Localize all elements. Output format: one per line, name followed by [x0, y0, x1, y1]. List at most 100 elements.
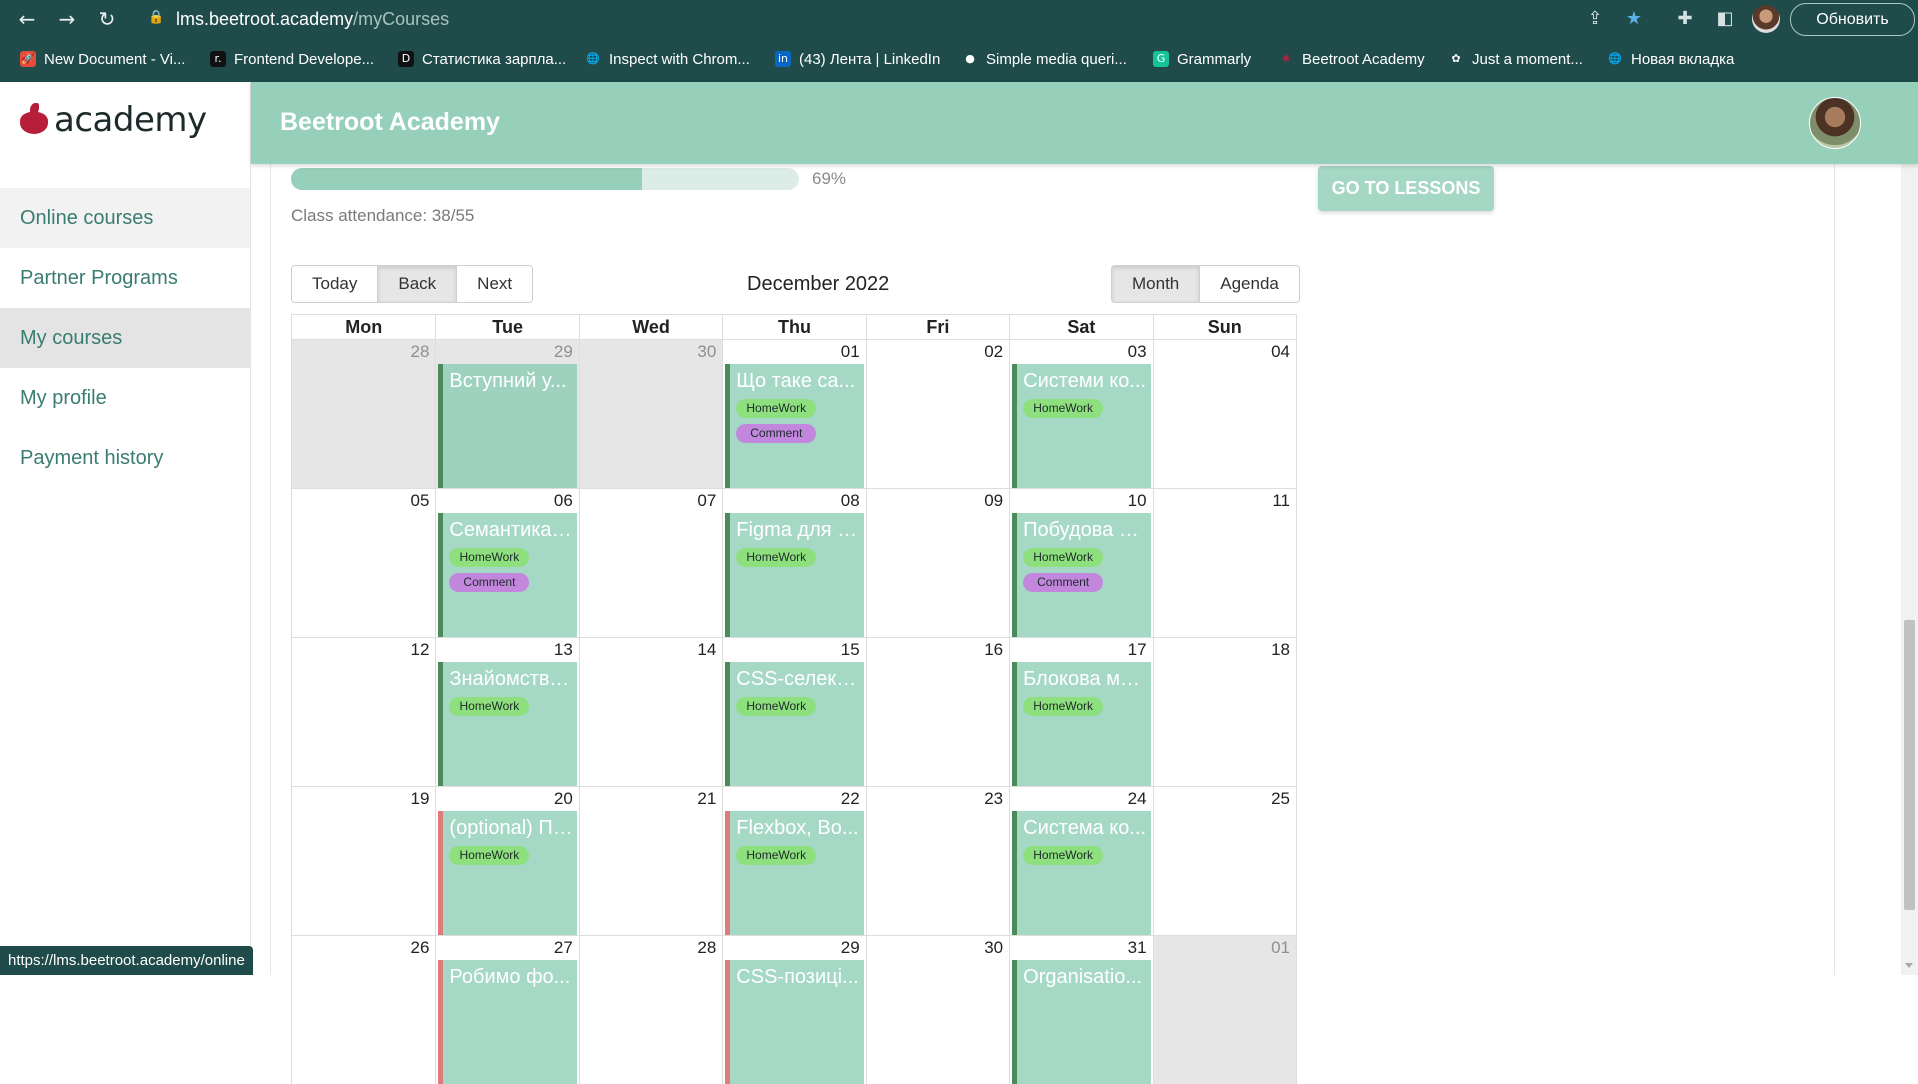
- day-number[interactable]: 30: [697, 342, 716, 362]
- calendar-day-cell[interactable]: 14: [578, 638, 722, 786]
- calendar-day-cell[interactable]: 21: [578, 787, 722, 935]
- comment-badge[interactable]: Comment: [449, 573, 530, 592]
- homework-badge[interactable]: HomeWork: [1023, 697, 1104, 716]
- lesson-event[interactable]: Organisatio...: [1012, 960, 1151, 1084]
- day-number[interactable]: 04: [1271, 342, 1290, 362]
- day-number[interactable]: 29: [554, 342, 573, 362]
- calendar-day-cell[interactable]: 28: [578, 936, 722, 1084]
- share-icon[interactable]: ⇪: [1583, 7, 1607, 31]
- sidebar-item-my-profile[interactable]: My profile: [0, 368, 250, 428]
- calendar-day-cell[interactable]: 22 Flexbox, Bo... HomeWork: [722, 787, 865, 935]
- homework-badge[interactable]: HomeWork: [449, 548, 530, 567]
- homework-badge[interactable]: HomeWork: [736, 697, 817, 716]
- sidebar-item-online-courses[interactable]: Online courses: [0, 188, 250, 248]
- day-number[interactable]: 15: [841, 640, 860, 660]
- day-number[interactable]: 17: [1128, 640, 1147, 660]
- comment-badge[interactable]: Comment: [1023, 573, 1104, 592]
- calendar-day-cell[interactable]: 15 CSS-селект... HomeWork: [722, 638, 865, 786]
- calendar-day-cell[interactable]: 30: [865, 936, 1009, 1084]
- lesson-event[interactable]: Система ко... HomeWork: [1012, 811, 1151, 935]
- lesson-event[interactable]: CSS-селект... HomeWork: [725, 662, 864, 786]
- calendar-day-cell[interactable]: 08 Figma для F... HomeWork: [722, 489, 865, 637]
- day-number[interactable]: 09: [984, 491, 1003, 511]
- sidebar-item-partner-programs[interactable]: Partner Programs: [0, 248, 250, 308]
- calendar-day-cell[interactable]: 09: [865, 489, 1009, 637]
- academy-logo[interactable]: academy: [20, 100, 207, 140]
- calendar-day-cell[interactable]: 12: [292, 638, 435, 786]
- day-number[interactable]: 28: [411, 342, 430, 362]
- day-number[interactable]: 16: [984, 640, 1003, 660]
- calendar-day-cell[interactable]: 02: [865, 340, 1009, 488]
- day-number[interactable]: 05: [411, 491, 430, 511]
- reload-icon[interactable]: ↻: [94, 6, 120, 32]
- comment-badge[interactable]: Comment: [736, 424, 817, 443]
- lesson-event[interactable]: Вступний у...: [438, 364, 577, 488]
- back-button[interactable]: Back: [377, 265, 458, 303]
- calendar-day-cell[interactable]: 16: [865, 638, 1009, 786]
- lesson-event[interactable]: Figma для F... HomeWork: [725, 513, 864, 637]
- day-number[interactable]: 08: [841, 491, 860, 511]
- extensions-icon[interactable]: ✚: [1673, 7, 1697, 31]
- lesson-event[interactable]: Блокова мо... HomeWork: [1012, 662, 1151, 786]
- lesson-event[interactable]: Робимо фо...: [438, 960, 577, 1084]
- calendar-day-cell[interactable]: 31 Organisatio...: [1009, 936, 1152, 1084]
- lesson-event[interactable]: Побудова ф... HomeWork Comment: [1012, 513, 1151, 637]
- calendar-day-cell[interactable]: 13 Знайомство... HomeWork: [435, 638, 578, 786]
- lesson-event[interactable]: Що таке са... HomeWork Comment: [725, 364, 864, 488]
- day-number[interactable]: 28: [697, 938, 716, 958]
- calendar-day-cell[interactable]: 01: [1152, 936, 1296, 1084]
- day-number[interactable]: 14: [697, 640, 716, 660]
- calendar-day-cell[interactable]: 04: [1152, 340, 1296, 488]
- day-number[interactable]: 26: [411, 938, 430, 958]
- user-avatar[interactable]: [1809, 97, 1861, 149]
- calendar-day-cell[interactable]: 18: [1152, 638, 1296, 786]
- calendar-day-cell[interactable]: 05: [292, 489, 435, 637]
- scroll-down-arrow-icon[interactable]: [1905, 963, 1913, 968]
- today-button[interactable]: Today: [291, 265, 379, 303]
- back-arrow-icon[interactable]: ←: [14, 6, 40, 32]
- day-number[interactable]: 31: [1128, 938, 1147, 958]
- day-number[interactable]: 23: [984, 789, 1003, 809]
- calendar-day-cell[interactable]: 26: [292, 936, 435, 1084]
- day-number[interactable]: 07: [697, 491, 716, 511]
- calendar-day-cell[interactable]: 23: [865, 787, 1009, 935]
- calendar-day-cell[interactable]: 11: [1152, 489, 1296, 637]
- lesson-event[interactable]: Системи ко... HomeWork: [1012, 364, 1151, 488]
- bookmark-item[interactable]: in (43) Лента | LinkedIn: [775, 48, 940, 70]
- calendar-day-cell[interactable]: 20 (optional) Пі... HomeWork: [435, 787, 578, 935]
- day-number[interactable]: 22: [841, 789, 860, 809]
- day-number[interactable]: 10: [1128, 491, 1147, 511]
- day-number[interactable]: 27: [554, 938, 573, 958]
- calendar-day-cell[interactable]: 29 CSS-позиці...: [722, 936, 865, 1084]
- address-bar[interactable]: lms.beetroot.academy/myCourses: [176, 8, 449, 30]
- bookmark-item[interactable]: ● Simple media queri...: [962, 48, 1127, 70]
- calendar-day-cell[interactable]: 17 Блокова мо... HomeWork: [1009, 638, 1152, 786]
- homework-badge[interactable]: HomeWork: [1023, 846, 1104, 865]
- bookmark-item[interactable]: ♠ Beetroot Academy: [1278, 48, 1425, 70]
- update-button[interactable]: Обновить: [1790, 3, 1915, 36]
- day-number[interactable]: 25: [1271, 789, 1290, 809]
- bookmark-item[interactable]: D Статистика зарпла...: [398, 48, 566, 70]
- bookmark-item[interactable]: r. Frontend Develope...: [210, 48, 374, 70]
- calendar-day-cell[interactable]: 03 Системи ко... HomeWork: [1009, 340, 1152, 488]
- homework-badge[interactable]: HomeWork: [736, 399, 817, 418]
- lesson-event[interactable]: Семантика, ... HomeWork Comment: [438, 513, 577, 637]
- day-number[interactable]: 01: [841, 342, 860, 362]
- sidebar-item-my-courses[interactable]: My courses: [0, 308, 250, 368]
- calendar-day-cell[interactable]: 30: [578, 340, 723, 488]
- page-scrollbar[interactable]: [1901, 82, 1918, 975]
- bookmark-star-icon[interactable]: ★: [1622, 7, 1646, 31]
- bookmark-item[interactable]: ✿ Just a moment...: [1448, 48, 1582, 70]
- month-view-button[interactable]: Month: [1111, 265, 1201, 303]
- bookmark-item[interactable]: 🌐 Новая вкладка: [1607, 48, 1734, 70]
- go-to-lessons-button[interactable]: GO TO LESSONS: [1318, 166, 1494, 211]
- profile-avatar-icon[interactable]: [1752, 5, 1780, 33]
- day-number[interactable]: 12: [411, 640, 430, 660]
- calendar-day-cell[interactable]: 28: [292, 340, 436, 488]
- lesson-event[interactable]: CSS-позиці...: [725, 960, 864, 1084]
- forward-arrow-icon[interactable]: →: [54, 6, 80, 32]
- next-button[interactable]: Next: [456, 265, 534, 303]
- day-number[interactable]: 19: [411, 789, 430, 809]
- calendar-day-cell[interactable]: 19: [292, 787, 435, 935]
- day-number[interactable]: 11: [1272, 491, 1290, 511]
